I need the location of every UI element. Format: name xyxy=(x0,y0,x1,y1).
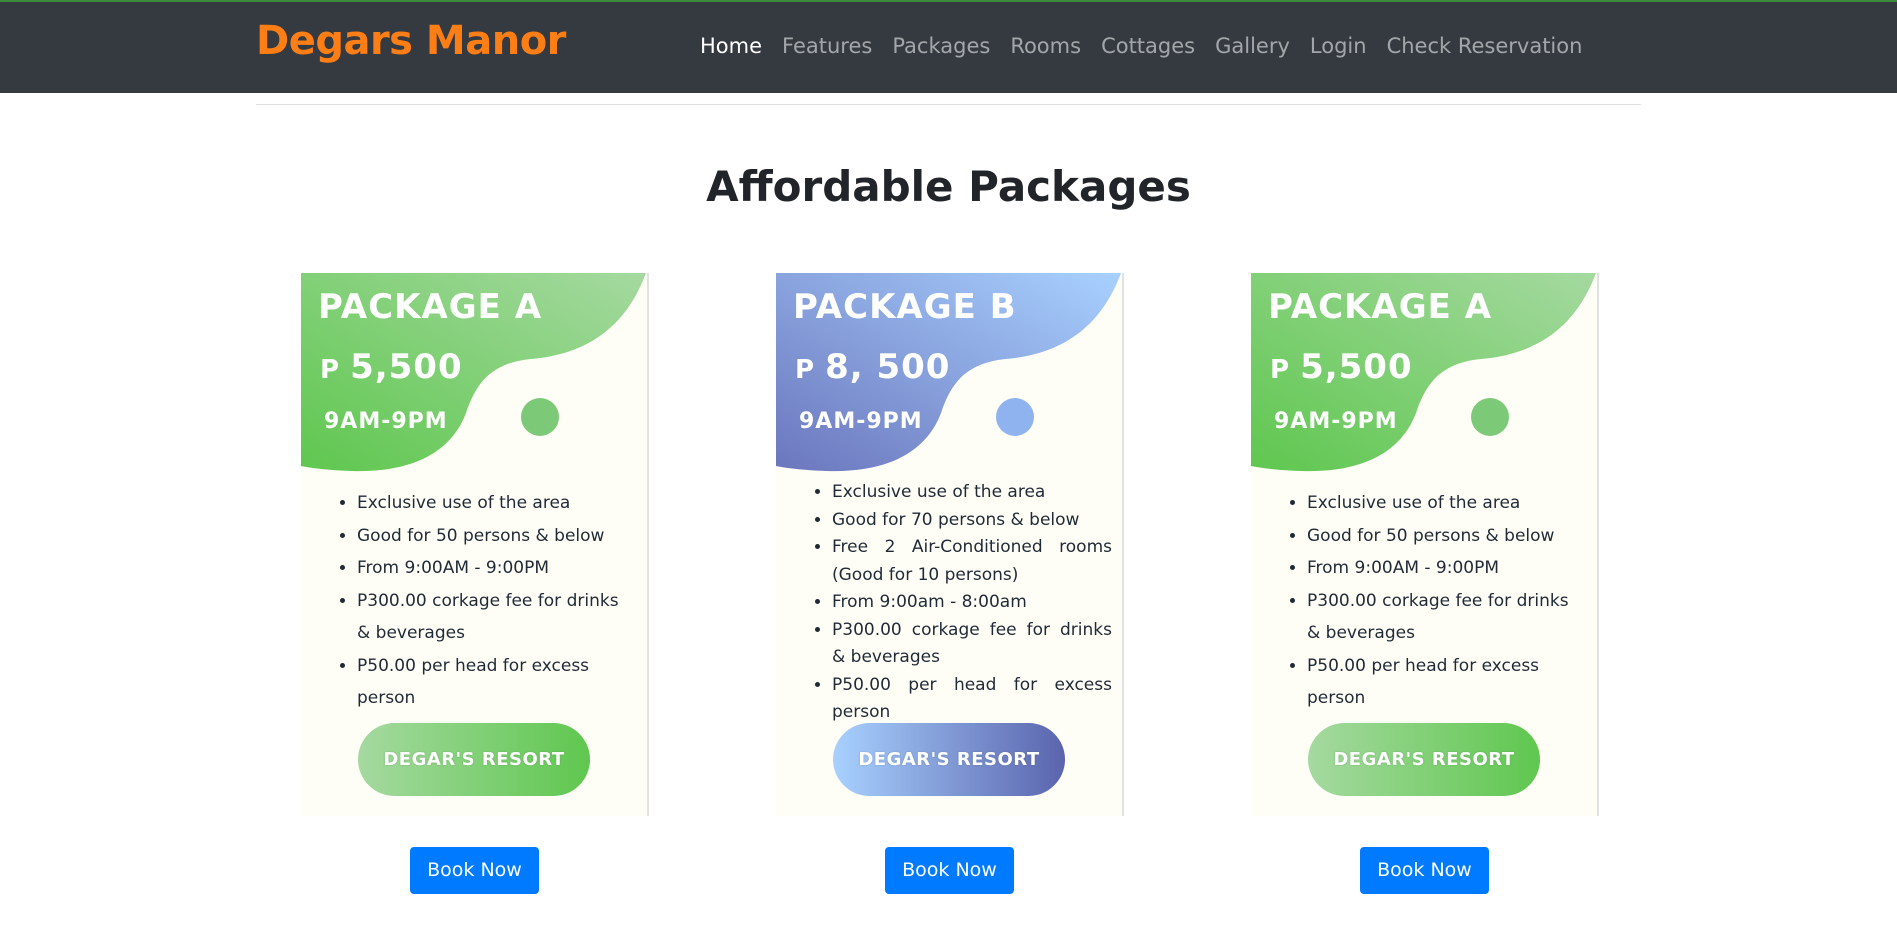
package-price: P 5,500 xyxy=(320,347,463,387)
feature-item: Free 2 Air-Conditioned rooms (Good for 1… xyxy=(832,534,1112,589)
package-name: PACKAGE A xyxy=(1268,287,1493,327)
package-hours: 9AM-9PM xyxy=(1274,409,1398,434)
nav-cottages[interactable]: Cottages xyxy=(1101,34,1195,58)
currency-symbol: P xyxy=(1270,355,1291,385)
feature-item: Exclusive use of the area xyxy=(1307,487,1587,520)
package-card-b: PACKAGE B P 8, 500 9AM-9PM Exclusive use … xyxy=(776,273,1124,816)
main-nav: Home Features Packages Rooms Cottages Ga… xyxy=(700,34,1582,58)
book-now-button[interactable]: Book Now xyxy=(410,847,539,894)
feature-item: P300.00 corkage fee for drinks & beverag… xyxy=(357,585,637,650)
nav-gallery[interactable]: Gallery xyxy=(1215,34,1290,58)
book-now-button[interactable]: Book Now xyxy=(1360,847,1489,894)
currency-symbol: P xyxy=(795,355,816,385)
feature-item: From 9:00AM - 9:00PM xyxy=(357,552,637,585)
decor-dot xyxy=(996,398,1034,436)
package-price: P 8, 500 xyxy=(795,347,950,387)
navbar: Degars Manor Home Features Packages Room… xyxy=(0,0,1897,93)
price-value: 8, 500 xyxy=(825,347,951,387)
package-card-a-duplicate: PACKAGE A P 5,500 9AM-9PM Exclusive use o… xyxy=(1251,273,1599,816)
divider xyxy=(256,104,1641,105)
feature-list: Exclusive use of the area Good for 50 pe… xyxy=(357,487,637,715)
feature-item: P300.00 corkage fee for drinks & beverag… xyxy=(832,617,1112,672)
package-name: PACKAGE B xyxy=(793,287,1017,327)
feature-item: Exclusive use of the area xyxy=(357,487,637,520)
currency-symbol: P xyxy=(320,355,341,385)
nav-check-reservation[interactable]: Check Reservation xyxy=(1387,34,1583,58)
package-hours: 9AM-9PM xyxy=(324,409,448,434)
package-hours: 9AM-9PM xyxy=(799,409,923,434)
nav-home[interactable]: Home xyxy=(700,34,762,58)
package-card-a: PACKAGE A P 5,500 9AM-9PM Exclusive use o… xyxy=(301,273,649,816)
feature-item: P50.00 per head for excess person xyxy=(357,650,637,715)
decor-dot xyxy=(1471,398,1509,436)
feature-item: Exclusive use of the area xyxy=(832,479,1112,507)
package-price: P 5,500 xyxy=(1270,347,1413,387)
decor-dot xyxy=(521,398,559,436)
nav-rooms[interactable]: Rooms xyxy=(1010,34,1081,58)
feature-item: Good for 50 persons & below xyxy=(357,520,637,553)
nav-login[interactable]: Login xyxy=(1310,34,1367,58)
feature-item: Good for 50 persons & below xyxy=(1307,520,1587,553)
feature-item: From 9:00AM - 9:00PM xyxy=(1307,552,1587,585)
nav-features[interactable]: Features xyxy=(782,34,872,58)
resort-badge: DEGAR'S RESORT xyxy=(1308,723,1540,796)
feature-item: Good for 70 persons & below xyxy=(832,507,1112,535)
book-now-button[interactable]: Book Now xyxy=(885,847,1014,894)
feature-item: P50.00 per head for excess person xyxy=(1307,650,1587,715)
feature-item: From 9:00am - 8:00am xyxy=(832,589,1112,617)
feature-list: Exclusive use of the area Good for 50 pe… xyxy=(1307,487,1587,715)
feature-item: P300.00 corkage fee for drinks & beverag… xyxy=(1307,585,1587,650)
section-title: Affordable Packages xyxy=(706,162,1191,211)
resort-badge: DEGAR'S RESORT xyxy=(358,723,590,796)
feature-item: P50.00 per head for excess person xyxy=(832,672,1112,727)
package-name: PACKAGE A xyxy=(318,287,543,327)
price-value: 5,500 xyxy=(350,347,463,387)
nav-packages[interactable]: Packages xyxy=(892,34,990,58)
price-value: 5,500 xyxy=(1300,347,1413,387)
brand-logo[interactable]: Degars Manor xyxy=(256,18,566,64)
resort-badge: DEGAR'S RESORT xyxy=(833,723,1065,796)
feature-list: Exclusive use of the area Good for 70 pe… xyxy=(832,479,1112,727)
